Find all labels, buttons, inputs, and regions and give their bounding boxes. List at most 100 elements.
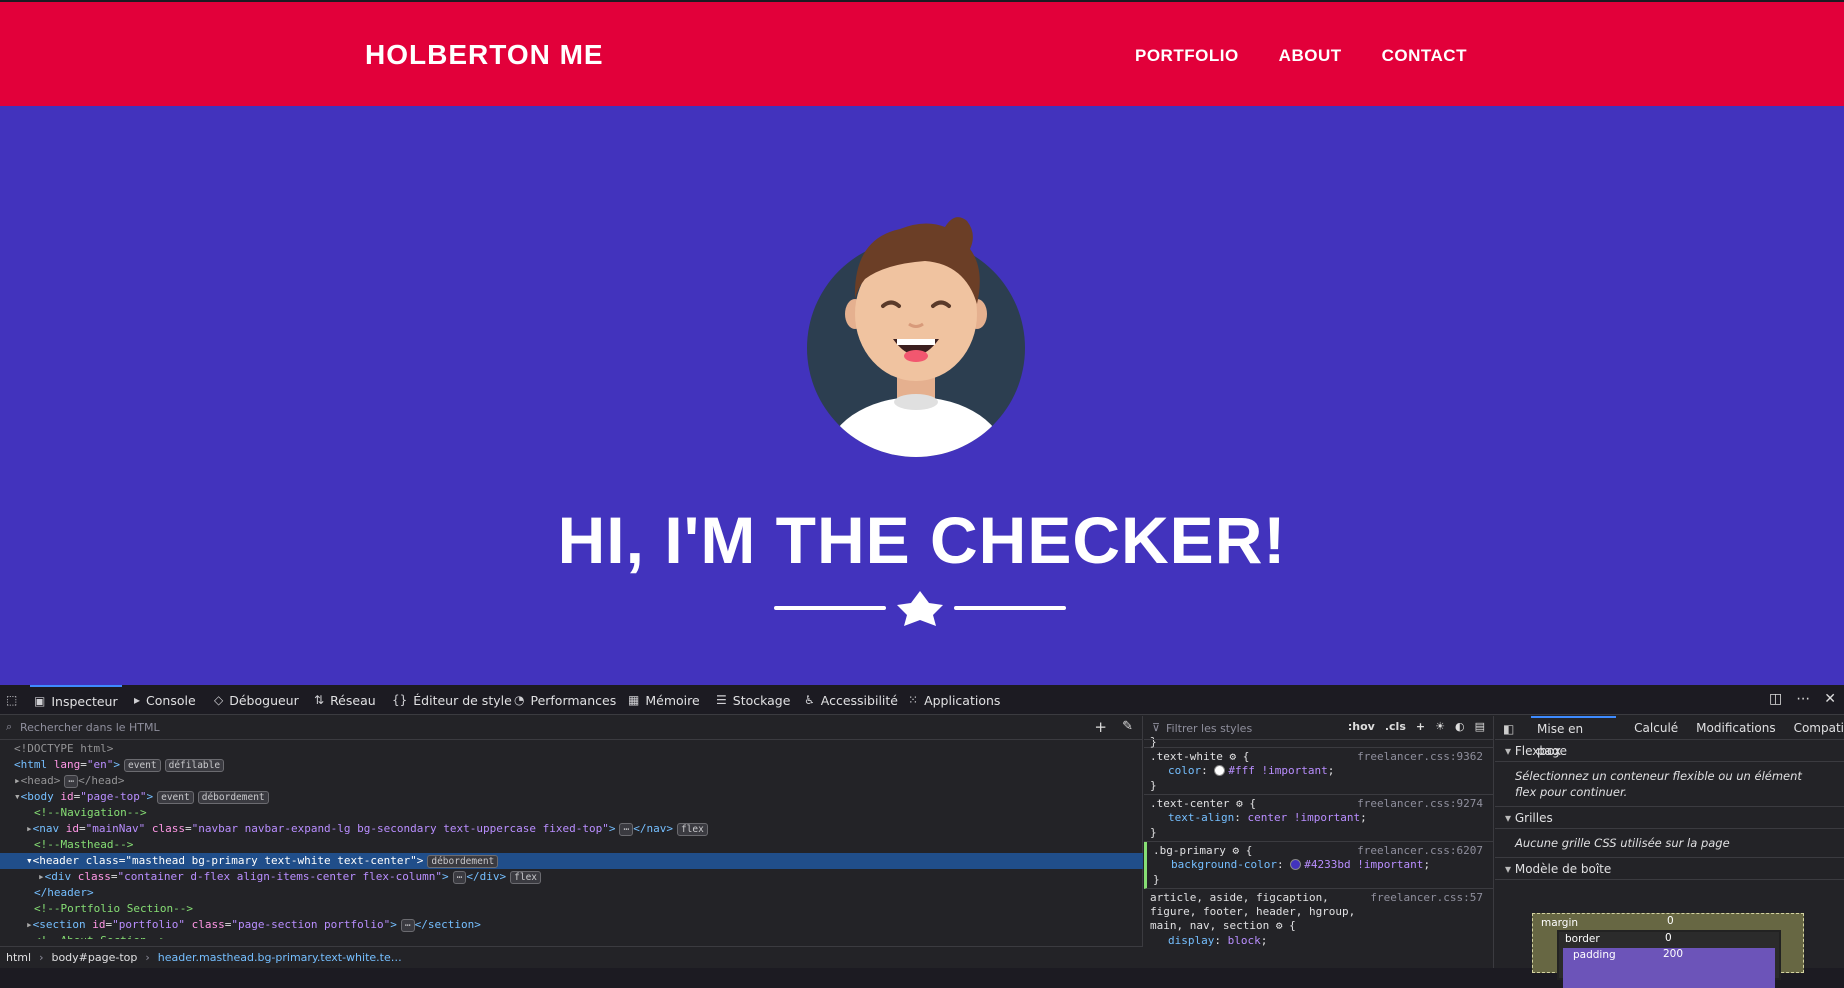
tab-label: Stockage — [732, 692, 791, 708]
tab-label: Inspecteur — [51, 693, 118, 709]
prop-name[interactable]: color — [1168, 764, 1201, 777]
nav-link-portfolio[interactable]: PORTFOLIO — [1135, 46, 1239, 66]
markup-node[interactable]: ▸<div class="container d-flex align-item… — [0, 869, 1143, 885]
css-rule[interactable]: freelancer.css:6207 .bg-primary ⚙ { back… — [1144, 842, 1493, 889]
padding-value[interactable]: 200 — [1663, 948, 1683, 960]
tab-computed[interactable]: Calculé — [1634, 721, 1678, 735]
tab-changes[interactable]: Modifications — [1696, 721, 1775, 735]
markup-node[interactable]: <!--Portfolio Section--> — [0, 901, 1143, 917]
markup-node[interactable]: </header> — [0, 885, 1143, 901]
breadcrumb-item[interactable]: header.masthead.bg-primary.text-white.te… — [158, 951, 402, 964]
filter-icon: ⊽ — [1152, 721, 1161, 734]
tab-accessibility[interactable]: ♿ Accessibilité — [804, 685, 898, 715]
border-label: border — [1565, 933, 1600, 945]
cls-toggle[interactable]: .cls — [1385, 720, 1406, 733]
tab-compatibility[interactable]: Compati — [1794, 721, 1844, 735]
markup-node[interactable]: ▸<nav id="mainNav" class="navbar navbar-… — [0, 821, 1143, 837]
boxmodel-section-header[interactable]: Modèle de boîte — [1495, 858, 1844, 880]
tab-label: Débogueur — [229, 692, 299, 708]
console-icon: ▸ — [134, 693, 141, 707]
html-search-input[interactable]: Rechercher dans le HTML — [20, 721, 160, 734]
tab-style-editor[interactable]: {} Éditeur de style — [392, 685, 512, 715]
styles-filter-bar: ⊽ Filtrer les styles :hov .cls + ☀ ◐ ▤ — [1144, 716, 1493, 740]
css-rule[interactable]: freelancer.css:9274 .text-center ⚙ { tex… — [1144, 795, 1493, 842]
html-search-bar: ⌕ Rechercher dans le HTML + ✎ — [0, 716, 1143, 740]
rule-source[interactable]: freelancer.css:9274 — [1357, 797, 1483, 810]
prop-value[interactable]: #4233bd !important — [1304, 858, 1423, 871]
prop-name[interactable]: background-color — [1171, 858, 1277, 871]
close-icon[interactable]: ✕ — [1824, 691, 1836, 707]
tab-debugger[interactable]: ◇ Débogueur — [214, 685, 299, 715]
tab-performance[interactable]: ◔ Performances — [514, 685, 616, 715]
boxmodel-padding: padding 200 — [1563, 948, 1775, 988]
devtools-controls: ◫ ⋯ ✕ — [1769, 691, 1836, 707]
brand-link[interactable]: HOLBERTON ME — [365, 39, 604, 71]
applications-icon: ⁙ — [908, 693, 919, 707]
flexbox-section-header[interactable]: Flexbox — [1495, 740, 1844, 762]
nav-link-contact[interactable]: CONTACT — [1382, 46, 1467, 66]
add-rule-icon[interactable]: + — [1416, 720, 1425, 733]
storage-icon: ☰ — [716, 693, 727, 707]
prop-value[interactable]: block — [1228, 934, 1261, 947]
markup-node[interactable]: ▾<body id="page-top"> event débordement — [0, 789, 1143, 805]
prop-value[interactable]: center !important — [1247, 811, 1360, 824]
tab-label: Performances — [530, 692, 617, 708]
breadcrumb-item[interactable]: body#page-top — [51, 951, 137, 964]
rule-source[interactable]: freelancer.css:6207 — [1357, 844, 1483, 857]
markup-node[interactable]: <!--Masthead--> — [0, 837, 1143, 853]
nav-link-about[interactable]: ABOUT — [1279, 46, 1342, 66]
rule-close: } — [1144, 738, 1493, 749]
breadcrumb-item[interactable]: html — [6, 951, 31, 964]
dock-icon[interactable]: ◫ — [1769, 691, 1782, 707]
boxmodel-margin: margin 0 border 0 padding 200 — [1532, 913, 1804, 988]
markup-node[interactable]: <!DOCTYPE html> — [0, 741, 1143, 757]
markup-node[interactable]: ▸<section id="portfolio" class="page-sec… — [0, 917, 1143, 933]
tab-memory[interactable]: ▦ Mémoire — [628, 685, 700, 715]
print-icon[interactable]: ▤ — [1475, 720, 1485, 733]
grid-section-header[interactable]: Grilles — [1495, 807, 1844, 829]
prop-name[interactable]: display — [1168, 934, 1214, 947]
navbar: HOLBERTON ME PORTFOLIO ABOUT CONTACT — [0, 2, 1844, 106]
rule-source[interactable]: freelancer.css:57 — [1370, 891, 1483, 904]
rule-source[interactable]: freelancer.css:9362 — [1357, 750, 1483, 763]
tab-inspector[interactable]: ▣ Inspecteur — [30, 685, 122, 715]
inspector-icon: ▣ — [34, 694, 46, 708]
more-options-icon[interactable]: ⋯ — [1796, 691, 1810, 707]
chevron-right-icon: › — [39, 951, 44, 964]
grid-note: Aucune grille CSS utilisée sur la page — [1495, 829, 1844, 858]
devtools-toolbar: ⬚ ▣ Inspecteur ▸ Console ◇ Débogueur ⇅ Résea… — [0, 685, 1844, 715]
tab-layout[interactable]: Mise en page — [1531, 715, 1617, 758]
nav-links: PORTFOLIO ABOUT CONTACT — [1135, 46, 1467, 66]
prop-name[interactable]: text-align — [1168, 811, 1234, 824]
border-value[interactable]: 0 — [1665, 932, 1672, 944]
rules-view: ⊽ Filtrer les styles :hov .cls + ☀ ◐ ▤ }… — [1144, 716, 1494, 968]
hov-toggle[interactable]: :hov — [1348, 720, 1375, 733]
breadcrumb: html › body#page-top › header.masthead.b… — [0, 946, 1143, 968]
add-node-icon[interactable]: + — [1094, 718, 1107, 736]
markup-node[interactable]: <html lang="en"> event défilable — [0, 757, 1143, 773]
css-rule[interactable]: freelancer.css:57 article, aside, figcap… — [1144, 889, 1493, 951]
color-swatch-icon[interactable] — [1290, 859, 1302, 870]
element-picker-icon[interactable]: ⬚ — [6, 685, 17, 715]
tab-label: Console — [146, 692, 196, 708]
margin-value[interactable]: 0 — [1667, 915, 1674, 927]
tab-network[interactable]: ⇅ Réseau — [314, 685, 376, 715]
color-swatch-icon[interactable] — [1214, 765, 1226, 776]
toggle-sidebar-icon[interactable]: ◧ — [1503, 722, 1514, 736]
devtools-panel: ⬚ ▣ Inspecteur ▸ Console ◇ Débogueur ⇅ Résea… — [0, 685, 1844, 988]
light-mode-icon[interactable]: ☀ — [1435, 720, 1445, 733]
layout-sidebar: ◧ Mise en page Calculé Modifications Com… — [1495, 715, 1844, 988]
markup-node[interactable]: ▸<head> ⋯ </head> — [0, 773, 1143, 789]
markup-node[interactable]: <!--Navigation--> — [0, 805, 1143, 821]
tab-applications[interactable]: ⁙ Applications — [908, 685, 1000, 715]
css-rule[interactable]: freelancer.css:9362 .text-white ⚙ { colo… — [1144, 748, 1493, 795]
styles-filter-input[interactable]: Filtrer les styles — [1166, 722, 1252, 735]
dark-mode-icon[interactable]: ◐ — [1455, 720, 1465, 733]
style-editor-icon: {} — [392, 693, 408, 707]
tab-storage[interactable]: ☰ Stockage — [716, 685, 790, 715]
eyedropper-icon[interactable]: ✎ — [1122, 719, 1133, 734]
markup-node[interactable]: <!--About Section--> — [0, 933, 1143, 939]
prop-value[interactable]: #fff !important — [1228, 764, 1327, 777]
tab-console[interactable]: ▸ Console — [134, 685, 196, 715]
markup-node-selected[interactable]: ▾<header class="masthead bg-primary text… — [0, 853, 1143, 869]
